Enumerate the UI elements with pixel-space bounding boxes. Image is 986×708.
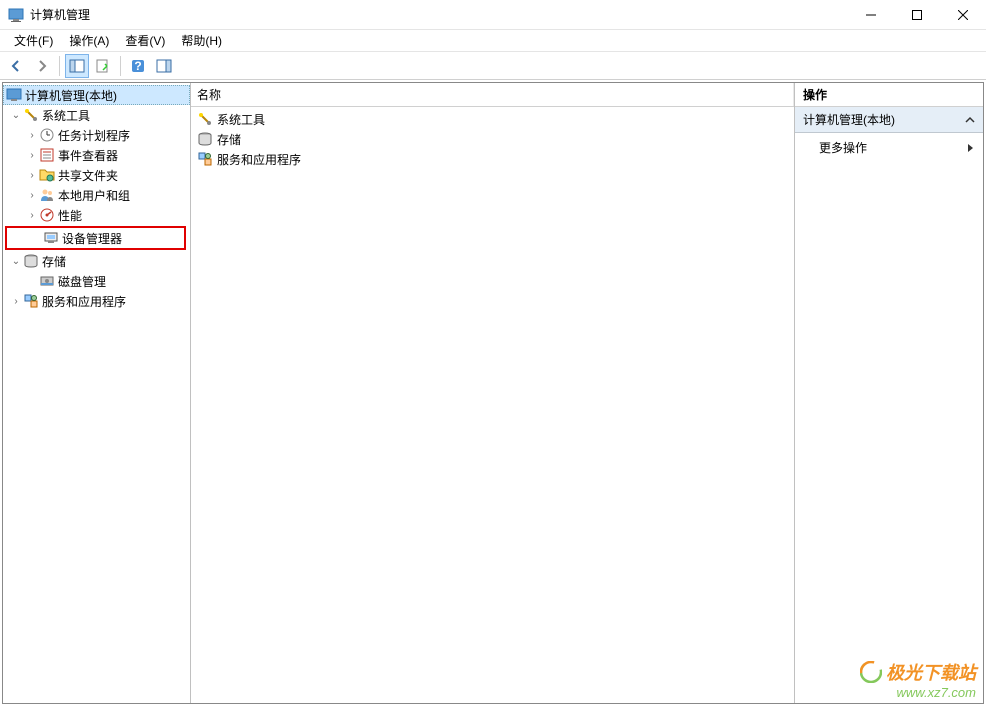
action-panel-header: 操作 [795,83,983,107]
list-item-label: 服务和应用程序 [217,151,301,168]
clock-icon [39,127,55,143]
menu-help[interactable]: 帮助(H) [173,30,230,51]
app-icon [8,7,24,23]
storage-icon [197,131,213,147]
menu-view[interactable]: 查看(V) [117,30,173,51]
tree-storage[interactable]: ⌄ 存储 [3,251,190,271]
storage-icon [23,253,39,269]
expand-icon[interactable]: › [25,210,39,221]
device-manager-icon [43,230,59,246]
expand-icon[interactable]: › [9,296,23,307]
expand-icon[interactable]: › [25,170,39,181]
tree-label: 服务和应用程序 [42,293,126,310]
tree-label: 任务计划程序 [58,127,130,144]
show-hide-tree-button[interactable] [65,54,89,78]
toolbar-separator [59,56,60,76]
disk-icon [39,273,55,289]
tree-panel[interactable]: 计算机管理(本地) ⌄ 系统工具 › 任务计划程序 › 事件查看器 › 共享文件… [3,83,191,703]
expand-icon[interactable]: › [25,190,39,201]
list-item-services-apps[interactable]: 服务和应用程序 [193,149,792,169]
export-button[interactable] [91,54,115,78]
toolbar-separator [120,56,121,76]
list-item-system-tools[interactable]: 系统工具 [193,109,792,129]
tree-label: 性能 [58,207,82,224]
expand-icon[interactable]: › [25,150,39,161]
tree-label: 系统工具 [42,107,90,124]
action-item-label: 更多操作 [819,139,867,156]
tree-system-tools[interactable]: ⌄ 系统工具 [3,105,190,125]
action-section-label: 计算机管理(本地) [803,111,895,128]
tree-local-users[interactable]: › 本地用户和组 [3,185,190,205]
close-button[interactable] [940,0,986,30]
menu-action[interactable]: 操作(A) [61,30,117,51]
tools-icon [197,111,213,127]
svg-text:?: ? [134,59,141,73]
column-header-name[interactable]: 名称 [191,83,794,106]
services-icon [23,293,39,309]
collapse-icon[interactable]: ⌄ [9,110,23,121]
shared-folder-icon [39,167,55,183]
tree-performance[interactable]: › 性能 [3,205,190,225]
performance-icon [39,207,55,223]
maximize-button[interactable] [894,0,940,30]
event-log-icon [39,147,55,163]
tree-shared-folders[interactable]: › 共享文件夹 [3,165,190,185]
window-controls [848,0,986,30]
action-panel: 操作 计算机管理(本地) 更多操作 [795,83,983,703]
tree-label: 设备管理器 [62,230,122,247]
list-item-label: 系统工具 [217,111,265,128]
tree-event-viewer[interactable]: › 事件查看器 [3,145,190,165]
collapse-icon[interactable]: ⌄ [9,256,23,267]
list-panel: 名称 系统工具 存储 服务和应用程序 [191,83,795,703]
menu-file[interactable]: 文件(F) [6,30,61,51]
expand-icon[interactable]: › [25,130,39,141]
users-icon [39,187,55,203]
tree-label: 共享文件夹 [58,167,118,184]
tree-device-manager[interactable]: 设备管理器 [7,228,184,248]
title-bar: 计算机管理 [0,0,986,30]
services-icon [197,151,213,167]
help-button[interactable]: ? [126,54,150,78]
action-section-title[interactable]: 计算机管理(本地) [795,107,983,133]
tree-disk-management[interactable]: 磁盘管理 [3,271,190,291]
tools-icon [23,107,39,123]
computer-management-icon [6,87,22,103]
highlight-box: 设备管理器 [5,226,186,250]
minimize-button[interactable] [848,0,894,30]
tree-task-scheduler[interactable]: › 任务计划程序 [3,125,190,145]
menu-bar: 文件(F) 操作(A) 查看(V) 帮助(H) [0,30,986,52]
action-more-actions[interactable]: 更多操作 [795,133,983,162]
window-title: 计算机管理 [30,6,848,23]
list-header: 名称 [191,83,794,107]
tree-label: 存储 [42,253,66,270]
tree-label: 计算机管理(本地) [25,87,117,104]
back-button[interactable] [4,54,28,78]
tree-services-apps[interactable]: › 服务和应用程序 [3,291,190,311]
forward-button[interactable] [30,54,54,78]
content-area: 计算机管理(本地) ⌄ 系统工具 › 任务计划程序 › 事件查看器 › 共享文件… [2,82,984,704]
collapse-icon[interactable] [965,115,975,125]
list-item-label: 存储 [217,131,241,148]
list-item-storage[interactable]: 存储 [193,129,792,149]
toolbar: ? [0,52,986,80]
show-action-pane-button[interactable] [152,54,176,78]
submenu-arrow-icon [967,143,975,153]
tree-label: 事件查看器 [58,147,118,164]
tree-root[interactable]: 计算机管理(本地) [3,85,190,105]
tree-label: 本地用户和组 [58,187,130,204]
tree-label: 磁盘管理 [58,273,106,290]
list-body[interactable]: 系统工具 存储 服务和应用程序 [191,107,794,171]
